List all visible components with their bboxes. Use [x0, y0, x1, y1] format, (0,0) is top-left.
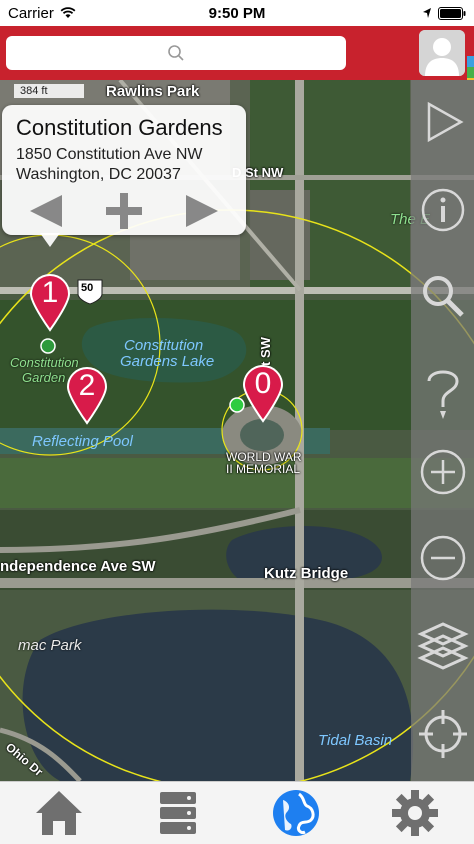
- gear-icon: [391, 790, 438, 836]
- locate-me-button[interactable]: [411, 704, 474, 764]
- battery-icon: [438, 6, 466, 20]
- globe-icon: [273, 790, 320, 836]
- info-button[interactable]: [411, 180, 474, 240]
- magnifier-icon: [422, 276, 464, 317]
- search-icon: [168, 45, 184, 61]
- place-address-line2: Washington, DC 20037: [16, 166, 181, 183]
- layers-icon: [416, 622, 469, 670]
- locate-icon: [418, 710, 467, 758]
- user-silhouette-icon: [419, 30, 465, 76]
- search-field[interactable]: [6, 36, 346, 70]
- map-toolbar: [411, 80, 474, 781]
- map-label-rawlins-park: Rawlins Park: [106, 83, 200, 100]
- home-icon: [36, 791, 83, 835]
- map-pin-2[interactable]: 2: [64, 365, 110, 425]
- map-label-garden-line2: Garden: [22, 370, 66, 385]
- map-label-potomac-park: mac Park: [18, 637, 82, 654]
- map-label-independence-ave: ndependence Ave SW: [0, 558, 156, 575]
- place-title: Constitution Gardens: [16, 115, 223, 140]
- zoom-in-button[interactable]: [411, 442, 474, 502]
- help-button[interactable]: [411, 366, 474, 426]
- previous-place-button[interactable]: [26, 191, 66, 231]
- status-bar: Carrier 9:50 PM: [0, 0, 474, 26]
- next-place-button[interactable]: [182, 191, 222, 231]
- location-arrow-icon: [423, 8, 431, 18]
- add-place-button[interactable]: [104, 191, 144, 231]
- tab-bar: [0, 781, 474, 844]
- plus-icon: [106, 193, 142, 229]
- map-label-wwii-line2: II MEMORIAL: [226, 462, 301, 476]
- play-button[interactable]: [411, 92, 474, 152]
- tab-map[interactable]: [266, 785, 326, 841]
- info-icon: [421, 188, 464, 232]
- map-pin-0[interactable]: 0: [240, 363, 286, 423]
- map-pin-number: 1: [41, 276, 59, 309]
- tab-home[interactable]: [29, 785, 89, 841]
- triangle-left-icon: [30, 195, 62, 227]
- map-pin-1[interactable]: 1: [27, 272, 73, 332]
- carrier-label: Carrier: [8, 4, 54, 22]
- play-icon: [427, 101, 464, 143]
- zoom-in-icon: [420, 449, 465, 495]
- layers-button[interactable]: [411, 616, 474, 676]
- profile-avatar[interactable]: [419, 30, 465, 76]
- info-card-pointer: [40, 233, 60, 247]
- question-icon: [427, 370, 459, 419]
- map-label-lake-line1: Constitution: [124, 337, 204, 354]
- tab-settings[interactable]: [385, 785, 445, 841]
- tab-database[interactable]: [148, 785, 208, 841]
- zoom-out-icon: [420, 535, 465, 581]
- map-scale: 384 ft: [14, 84, 84, 98]
- map-label-lake-line2: Gardens Lake: [120, 353, 215, 370]
- map-pin-number: 2: [78, 369, 96, 402]
- triangle-right-icon: [186, 195, 218, 227]
- map-label-tidal-basin: Tidal Basin: [318, 732, 393, 749]
- database-icon: [159, 792, 196, 834]
- map-pin-number: 0: [254, 367, 272, 400]
- place-info-card[interactable]: Constitution Gardens 1850 Constitution A…: [2, 105, 246, 235]
- search-map-button[interactable]: [411, 266, 474, 326]
- place-address-line1: 1850 Constitution Ave NW: [16, 146, 203, 163]
- map-label-reflecting-pool: Reflecting Pool: [32, 433, 133, 450]
- zoom-out-button[interactable]: [411, 528, 474, 588]
- top-bar: [0, 26, 474, 100]
- wifi-icon: [60, 7, 76, 18]
- map-label-kutz-bridge: Kutz Bridge: [264, 565, 349, 582]
- route-shield-label: 50: [81, 282, 94, 294]
